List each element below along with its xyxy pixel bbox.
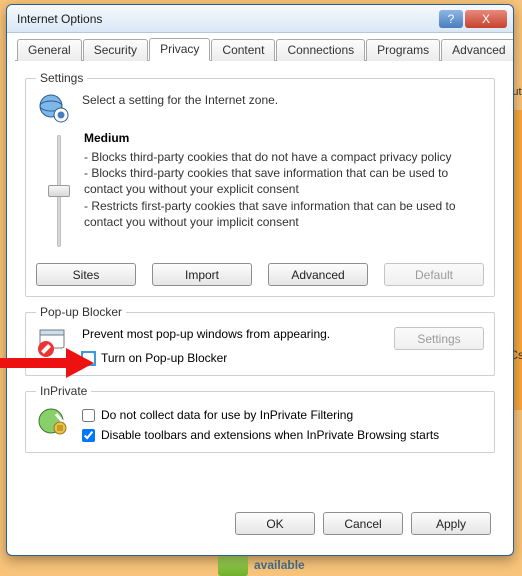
window-title: Internet Options [17,12,437,26]
internet-zone-icon [36,93,70,123]
annotation-arrow [0,340,98,386]
privacy-level-label: Medium [84,131,484,145]
turn-on-popup-blocker-label: Turn on Pop-up Blocker [101,351,227,365]
advanced-button[interactable]: Advanced [268,263,368,286]
cancel-button[interactable]: Cancel [323,512,403,535]
settings-legend: Settings [36,71,87,85]
tab-security[interactable]: Security [83,39,148,61]
popup-legend: Pop-up Blocker [36,305,126,319]
inprivate-disable-toolbars-label: Disable toolbars and extensions when InP… [101,428,439,442]
inprivate-legend: InPrivate [36,384,91,398]
settings-group: Settings Select a setting for the Intern… [25,71,495,297]
popup-desc: Prevent most pop-up windows from appeari… [82,327,382,341]
popup-settings-button: Settings [394,327,484,350]
inprivate-disable-toolbars-checkbox[interactable] [82,429,95,442]
internet-options-dialog: Internet Options ? X General Security Pr… [6,4,514,556]
inprivate-icon [36,406,70,436]
privacy-bullet: - Blocks third-party cookies that save i… [84,165,484,197]
inprivate-no-collect-checkbox[interactable] [82,409,95,422]
close-button[interactable]: X [465,10,507,28]
privacy-bullet: - Restricts first-party cookies that sav… [84,198,484,230]
default-button: Default [384,263,484,286]
sites-button[interactable]: Sites [36,263,136,286]
import-button[interactable]: Import [152,263,252,286]
help-button[interactable]: ? [439,10,463,28]
tab-connections[interactable]: Connections [276,39,365,61]
privacy-bullet: - Blocks third-party cookies that do not… [84,149,484,165]
apply-button[interactable]: Apply [411,512,491,535]
tab-programs[interactable]: Programs [366,39,440,61]
tab-advanced[interactable]: Advanced [441,39,514,61]
inprivate-group: InPrivate Do not collect data for use by… [25,384,495,453]
tab-privacy[interactable]: Privacy [149,38,210,61]
title-bar[interactable]: Internet Options ? X [7,5,513,33]
tab-strip: General Security Privacy Content Connect… [15,37,505,61]
inprivate-no-collect-label: Do not collect data for use by InPrivate… [101,408,353,422]
tab-content[interactable]: Content [211,39,275,61]
privacy-slider[interactable] [48,131,70,251]
background-stripe [514,110,522,410]
tab-general[interactable]: General [17,39,82,61]
ok-button[interactable]: OK [235,512,315,535]
settings-zone-text: Select a setting for the Internet zone. [82,93,484,107]
